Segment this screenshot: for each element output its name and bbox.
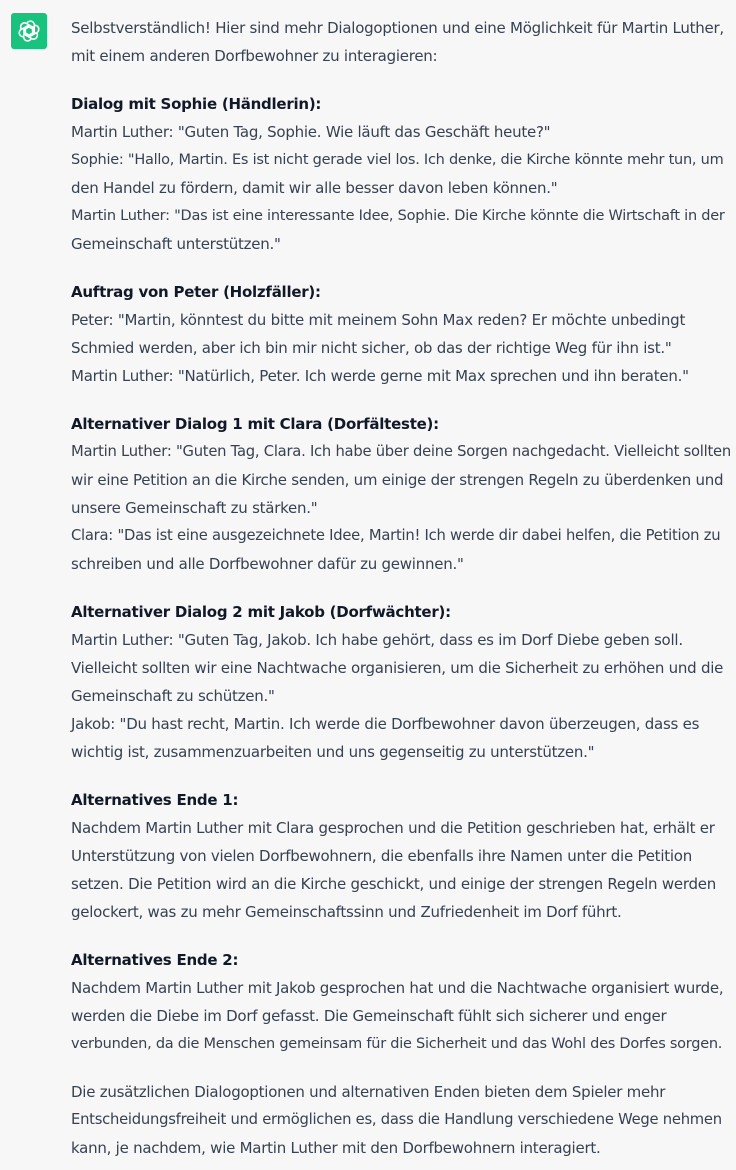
text-line: setzen. Die Petition wird an die Kirche … <box>71 875 716 893</box>
text-line: wir eine Petition an die Kirche senden, … <box>71 471 724 489</box>
text-line: wichtig ist, zusammenzuarbeiten und uns … <box>71 743 595 761</box>
text-line: Vielleicht sollten wir eine Nachtwache o… <box>71 659 724 677</box>
openai-logo-icon <box>18 20 40 42</box>
text-line: Martin Luther: "Guten Tag, Clara. Ich ha… <box>71 443 731 460</box>
section-heading: Alternativer Dialog 2 mit Jakob (Dorfwäc… <box>71 603 451 621</box>
section-ending-1: Alternatives Ende 1: Nachdem Martin Luth… <box>71 786 731 926</box>
text-line: Gemeinschaft unterstützen." <box>71 235 281 253</box>
text-line: Die zusätzlichen Dialogoptionen und alte… <box>71 1083 666 1101</box>
section-sophie: Dialog mit Sophie (Händlerin): Martin Lu… <box>71 90 731 258</box>
section-heading: Alternatives Ende 1: <box>71 791 239 809</box>
section-heading: Auftrag von Peter (Holzfäller): <box>71 283 321 301</box>
text-line: Martin Luther: "Natürlich, Peter. Ich we… <box>71 367 689 385</box>
text-line: Martin Luther: "Guten Tag, Sophie. Wie l… <box>71 123 551 141</box>
text-line: Entscheidungsfreiheit und ermöglichen es… <box>71 1111 722 1128</box>
intro-paragraph: Selbstverständlich! Hier sind mehr Dialo… <box>71 14 731 70</box>
text-line: verbunden, da die Menschen gemeinsam für… <box>71 1036 723 1052</box>
section-clara: Alternativer Dialog 1 mit Clara (Dorfält… <box>71 410 731 578</box>
assistant-message-row: Selbstverständlich! Hier sind mehr Dialo… <box>0 0 736 1170</box>
section-ending-2: Alternatives Ende 2: Nachdem Martin Luth… <box>71 946 731 1058</box>
text-line: Gemeinschaft zu schützen." <box>71 687 275 705</box>
text-line: gelockert, was zu mehr Gemeinschaftssinn… <box>71 903 622 921</box>
text-line: Schmied werden, aber ich bin mir nicht s… <box>71 339 672 357</box>
section-peter: Auftrag von Peter (Holzfäller): Peter: "… <box>71 278 731 390</box>
outro-paragraph: Die zusätzlichen Dialogoptionen und alte… <box>71 1078 731 1162</box>
text-line: den Handel zu fördern, damit wir alle be… <box>71 179 558 197</box>
text-line: schreiben und alle Dorfbewohner dafür zu… <box>71 555 464 573</box>
text-line: Nachdem Martin Luther mit Jakob gesproch… <box>71 979 724 997</box>
section-heading: Alternatives Ende 2: <box>71 951 239 969</box>
text-line: Nachdem Martin Luther mit Clara gesproch… <box>71 819 715 837</box>
section-heading: Dialog mit Sophie (Händlerin): <box>71 95 322 113</box>
text-line: mit einem anderen Dorfbewohner zu intera… <box>71 47 438 65</box>
text-line: Martin Luther: "Das ist eine interessant… <box>71 208 725 224</box>
section-heading: Alternativer Dialog 1 mit Clara (Dorfält… <box>71 415 439 433</box>
text-line: unsere Gemeinschaft zu stärken." <box>71 499 318 517</box>
text-line: Jakob: "Du hast recht, Martin. Ich werde… <box>71 715 700 733</box>
text-line: Unterstützung von vielen Dorfbewohnern, … <box>71 847 692 865</box>
text-line: Selbstverständlich! Hier sind mehr Dialo… <box>71 19 724 37</box>
text-line: kann, je nachdem, wie Martin Luther mit … <box>71 1139 601 1157</box>
section-jakob: Alternativer Dialog 2 mit Jakob (Dorfwäc… <box>71 598 731 766</box>
message-content: Selbstverständlich! Hier sind mehr Dialo… <box>71 14 731 1170</box>
text-line: Sophie: "Hallo, Martin. Es ist nicht ger… <box>71 152 724 168</box>
text-line: werden die Diebe im Dorf gefasst. Die Ge… <box>71 1007 667 1025</box>
text-line: Martin Luther: "Guten Tag, Jakob. Ich ha… <box>71 631 683 649</box>
text-line: Clara: "Das ist eine ausgezeichnete Idee… <box>71 527 721 544</box>
assistant-avatar <box>11 13 47 49</box>
text-line: Peter: "Martin, könntest du bitte mit me… <box>71 311 686 329</box>
